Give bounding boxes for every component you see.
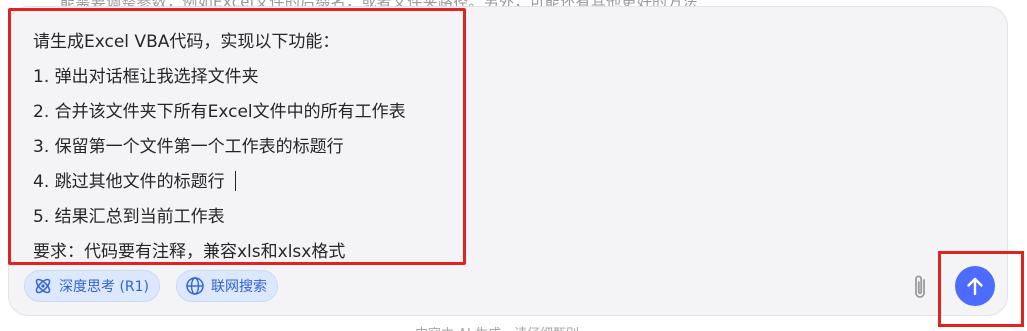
- annotation-box-send: [938, 251, 1024, 327]
- globe-icon: [186, 277, 204, 295]
- chat-screen: 能需要调整参数，例如Excel文件的后缀名，或者文件夹路径。另外，可能还有其他更…: [0, 0, 1027, 331]
- deep-think-label: 深度思考 (R1): [59, 279, 150, 295]
- paperclip-icon[interactable]: [907, 272, 935, 302]
- web-search-button[interactable]: 联网搜索: [176, 270, 278, 302]
- annotation-box-prompt: [8, 8, 466, 265]
- deep-think-button[interactable]: 深度思考 (R1): [24, 270, 161, 302]
- web-search-label: 联网搜索: [211, 279, 267, 295]
- atom-icon: [35, 278, 51, 294]
- disclaimer-partial: 内容由 AI 生成，请仔细甄别: [415, 323, 579, 331]
